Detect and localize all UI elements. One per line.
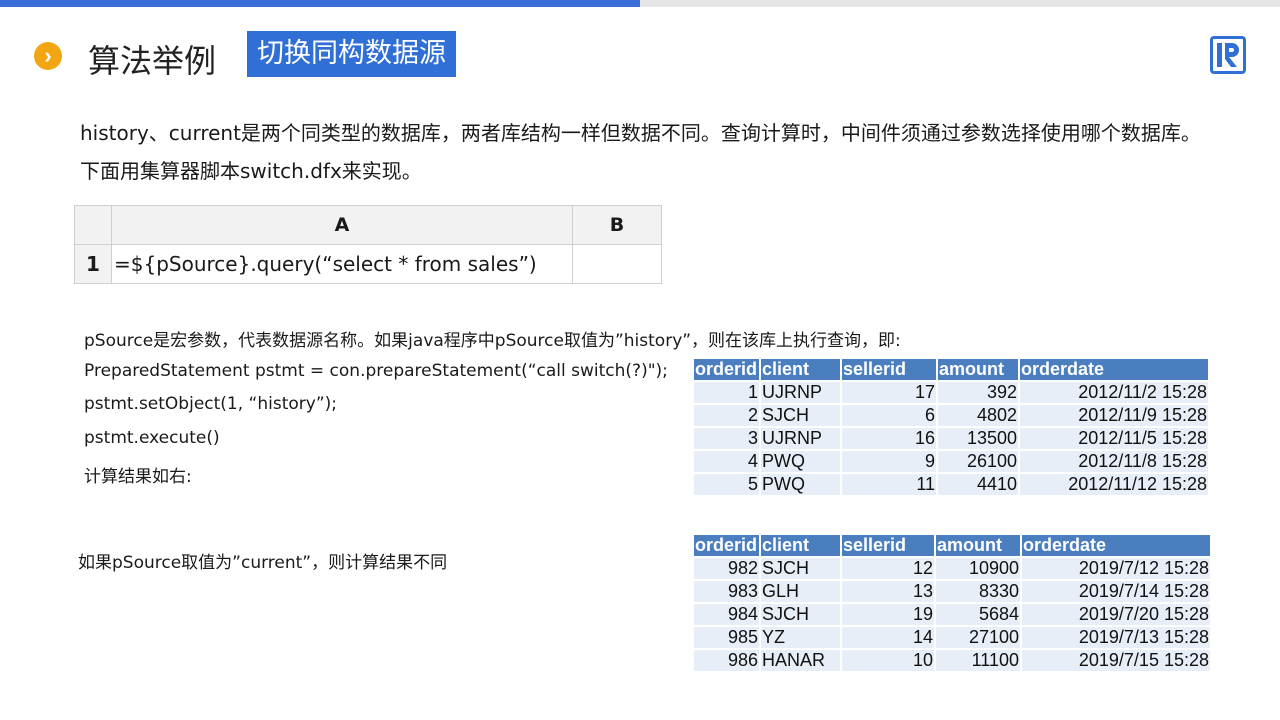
- cell-amount: 4802: [938, 405, 1018, 426]
- section-title: 算法举例: [88, 42, 217, 80]
- cell-amount: 13500: [938, 428, 1018, 449]
- table-row: 982 SJCH 12 10900 2019/7/12 15:28: [694, 558, 1210, 579]
- top-progress-track: [640, 0, 1280, 7]
- top-progress-bar: [0, 0, 640, 7]
- cell-client: UJRNP: [761, 428, 840, 449]
- cell-amount: 8330: [936, 581, 1020, 602]
- table-row: 4 PWQ 9 26100 2012/11/8 15:28: [694, 451, 1208, 472]
- cell-orderid: 2: [694, 405, 759, 426]
- cell-client: PWQ: [761, 451, 840, 472]
- cell-amount: 27100: [936, 627, 1020, 648]
- table-row: 984 SJCH 19 5684 2019/7/20 15:28: [694, 604, 1210, 625]
- col-header-orderid: orderid: [694, 535, 759, 556]
- col-header-orderdate: orderdate: [1022, 535, 1210, 556]
- cell-orderdate: 2012/11/9 15:28: [1020, 405, 1208, 426]
- cell-sellerid: 17: [842, 382, 936, 403]
- cell-amount: 11100: [936, 650, 1020, 671]
- cell-orderdate: 2012/11/12 15:28: [1020, 474, 1208, 495]
- cell-client: SJCH: [761, 558, 840, 579]
- cell-orderdate: 2019/7/15 15:28: [1022, 650, 1210, 671]
- cell-orderid: 986: [694, 650, 759, 671]
- desc-code-line-1: PreparedStatement pstmt = con.prepareSta…: [84, 361, 668, 381]
- cell-amount: 4410: [938, 474, 1018, 495]
- cell-client: SJCH: [761, 604, 840, 625]
- desc-current-note: 如果pSource取值为”current”，则计算结果不同: [78, 553, 448, 573]
- cell-orderid: 984: [694, 604, 759, 625]
- cell-orderdate: 2012/11/2 15:28: [1020, 382, 1208, 403]
- desc-code-line-3: pstmt.execute(): [84, 428, 220, 448]
- col-header-client: client: [761, 535, 840, 556]
- col-header-client: client: [761, 359, 840, 380]
- grid-col-header-b[interactable]: B: [572, 205, 662, 245]
- cell-orderdate: 2012/11/8 15:28: [1020, 451, 1208, 472]
- cell-orderdate: 2019/7/14 15:28: [1022, 581, 1210, 602]
- desc-result-note: 计算结果如右:: [84, 467, 192, 487]
- cell-orderid: 5: [694, 474, 759, 495]
- cell-orderid: 982: [694, 558, 759, 579]
- result-table-history: orderid client sellerid amount orderdate…: [692, 357, 1210, 497]
- cell-sellerid: 11: [842, 474, 936, 495]
- grid-corner: [74, 205, 112, 245]
- grid-row-header[interactable]: 1: [74, 244, 112, 284]
- chevron-right-icon: ›: [34, 42, 62, 70]
- desc-macro-param: pSource是宏参数，代表数据源名称。如果java程序中pSource取值为”…: [84, 331, 901, 351]
- col-header-sellerid: sellerid: [842, 359, 936, 380]
- script-cell-grid: A B 1 =${pSource}.query(“select * from s…: [74, 205, 662, 284]
- result-table-current: orderid client sellerid amount orderdate…: [692, 533, 1212, 673]
- cell-amount: 392: [938, 382, 1018, 403]
- cell-sellerid: 10: [842, 650, 934, 671]
- cell-orderid: 3: [694, 428, 759, 449]
- table-row: 1 UJRNP 17 392 2012/11/2 15:28: [694, 382, 1208, 403]
- cell-client: GLH: [761, 581, 840, 602]
- cell-sellerid: 12: [842, 558, 934, 579]
- cell-orderid: 1: [694, 382, 759, 403]
- cell-sellerid: 16: [842, 428, 936, 449]
- cell-client: PWQ: [761, 474, 840, 495]
- desc-code-line-2: pstmt.setObject(1, “history”);: [84, 394, 337, 414]
- cell-client: YZ: [761, 627, 840, 648]
- intro-paragraph: history、current是两个同类型的数据库，两者库结构一样但数据不同。查…: [80, 121, 1201, 183]
- col-header-amount: amount: [936, 535, 1020, 556]
- cell-sellerid: 19: [842, 604, 934, 625]
- table-row: 985 YZ 14 27100 2019/7/13 15:28: [694, 627, 1210, 648]
- cell-sellerid: 14: [842, 627, 934, 648]
- cell-orderid: 4: [694, 451, 759, 472]
- cell-sellerid: 13: [842, 581, 934, 602]
- cell-orderdate: 2019/7/12 15:28: [1022, 558, 1210, 579]
- cell-client: UJRNP: [761, 382, 840, 403]
- subtitle-badge: 切换同构数据源: [247, 31, 456, 77]
- table-row: 5 PWQ 11 4410 2012/11/12 15:28: [694, 474, 1208, 495]
- cell-orderdate: 2012/11/5 15:28: [1020, 428, 1208, 449]
- cell-amount: 5684: [936, 604, 1020, 625]
- cell-sellerid: 6: [842, 405, 936, 426]
- cell-orderdate: 2019/7/13 15:28: [1022, 627, 1210, 648]
- grid-cell-a1[interactable]: =${pSource}.query(“select * from sales”): [111, 244, 573, 284]
- table-row: 983 GLH 13 8330 2019/7/14 15:28: [694, 581, 1210, 602]
- col-header-amount: amount: [938, 359, 1018, 380]
- cell-sellerid: 9: [842, 451, 936, 472]
- cell-orderid: 985: [694, 627, 759, 648]
- grid-cell-b1[interactable]: [572, 244, 662, 284]
- cell-amount: 26100: [938, 451, 1018, 472]
- table-row: 2 SJCH 6 4802 2012/11/9 15:28: [694, 405, 1208, 426]
- col-header-sellerid: sellerid: [842, 535, 934, 556]
- cell-amount: 10900: [936, 558, 1020, 579]
- col-header-orderid: orderid: [694, 359, 759, 380]
- cell-client: SJCH: [761, 405, 840, 426]
- col-header-orderdate: orderdate: [1020, 359, 1208, 380]
- cell-orderdate: 2019/7/20 15:28: [1022, 604, 1210, 625]
- table-row: 986 HANAR 10 11100 2019/7/15 15:28: [694, 650, 1210, 671]
- table-row: 3 UJRNP 16 13500 2012/11/5 15:28: [694, 428, 1208, 449]
- grid-col-header-a[interactable]: A: [111, 205, 573, 245]
- logo-icon: [1210, 36, 1246, 74]
- cell-client: HANAR: [761, 650, 840, 671]
- cell-orderid: 983: [694, 581, 759, 602]
